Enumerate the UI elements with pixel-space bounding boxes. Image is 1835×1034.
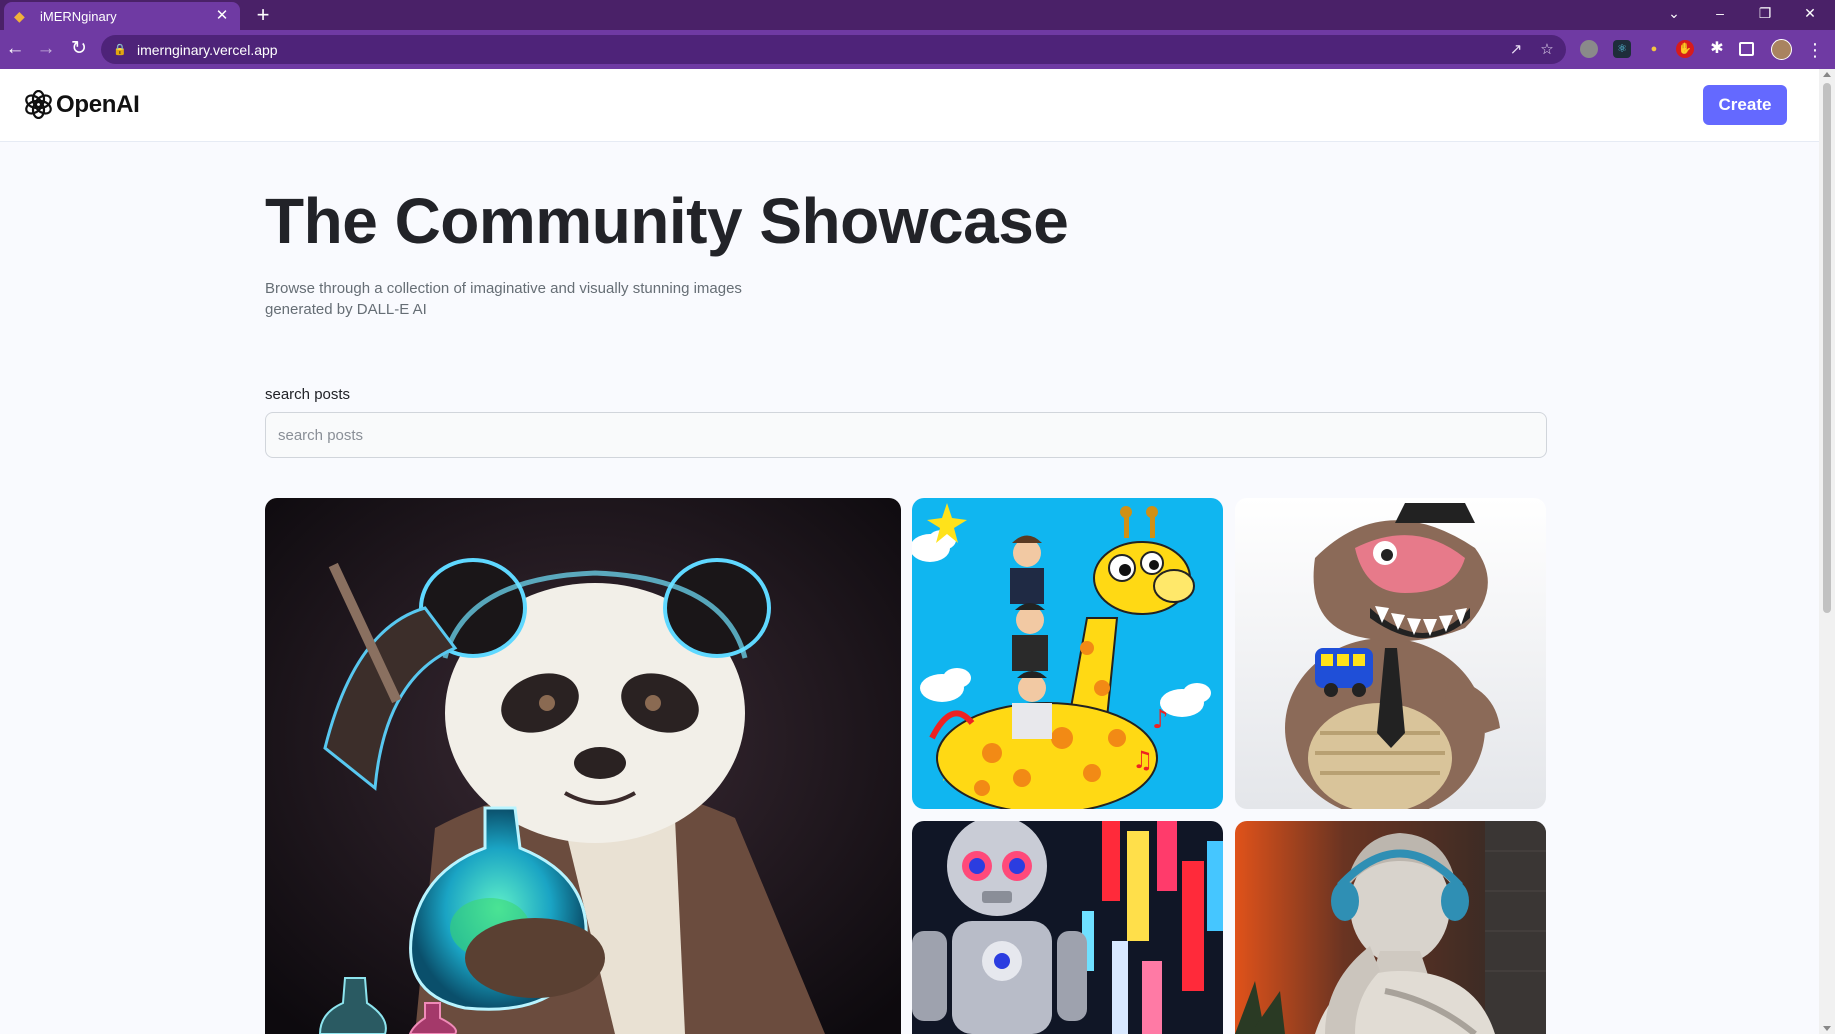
browser-toolbar: ← → ↻ 🔒 imernginary.vercel.app ↗ ☆ ⚛ ● ✋… [0,30,1835,69]
gem-icon: ◆ [14,8,25,24]
profile-avatar[interactable] [1771,39,1792,60]
adblock-icon[interactable]: ✋ [1676,40,1694,58]
browser-menu-icon[interactable]: ⋮ [1806,39,1824,61]
gallery-card-dinosaur[interactable] [1235,498,1546,809]
lock-icon: 🔒 [113,43,127,56]
page-subtitle: Browse through a collection of imaginati… [265,280,742,318]
svg-text:♪: ♪ [1152,705,1169,735]
openai-knot-icon [25,90,52,119]
page-title: The Community Showcase [265,185,1069,257]
address-bar[interactable]: 🔒 imernginary.vercel.app ↗ ☆ [101,35,1566,64]
bookmark-star-icon[interactable]: ☆ [1538,41,1556,59]
scroll-down-icon[interactable] [1823,1026,1831,1031]
search-input[interactable] [265,412,1547,458]
dinosaur-tie-image [1235,498,1546,809]
forward-icon[interactable]: → [34,37,58,61]
close-tab-icon[interactable]: ✕ [214,8,230,24]
share-icon[interactable]: ↗ [1507,41,1525,59]
create-button[interactable]: Create [1703,85,1787,125]
search-label: search posts [265,386,351,403]
browser-tab-strip: ◆ iMERNginary ✕ + ⌄ – ❐ ✕ [0,0,1835,30]
extension-icon[interactable]: ● [1645,40,1663,58]
restore-button[interactable]: ❐ [1745,0,1785,30]
side-panel-icon[interactable] [1739,42,1754,56]
openai-logo[interactable]: OpenAI [24,90,140,119]
minimize-button[interactable]: – [1700,0,1740,30]
tab-search-icon[interactable]: ⌄ [1654,0,1694,30]
statue-headphones-image [1235,821,1546,1034]
extension-icon[interactable] [1580,40,1598,58]
gallery-card-panda[interactable] [265,498,901,1034]
gallery-card-giraffe[interactable]: ♪ ♫ [912,498,1223,809]
page-scrollbar[interactable] [1819,69,1835,1034]
back-icon[interactable]: ← [3,37,27,61]
tab-title: iMERNginary [40,8,117,24]
gallery-card-statue[interactable] [1235,821,1546,1034]
new-tab-button[interactable]: + [252,4,274,26]
gallery-card-robot[interactable] [912,821,1223,1034]
url-text: imernginary.vercel.app [137,41,278,58]
brand-name: OpenAI [56,90,140,118]
close-window-button[interactable]: ✕ [1790,0,1830,30]
react-devtools-icon[interactable]: ⚛ [1613,40,1631,58]
scroll-up-icon[interactable] [1823,72,1831,77]
giraffe-cartoon-image: ♪ ♫ [912,498,1223,809]
scrollbar-thumb[interactable] [1823,83,1831,613]
robot-neon-image [912,821,1223,1034]
site-header: OpenAI Create [0,69,1819,142]
panda-scientist-image [265,498,901,1034]
puzzle-extensions-icon[interactable]: ✱ [1708,40,1726,58]
reload-icon[interactable]: ↻ [67,37,91,61]
browser-tab[interactable]: ◆ iMERNginary ✕ [4,2,240,30]
svg-text:♫: ♫ [1132,746,1154,774]
